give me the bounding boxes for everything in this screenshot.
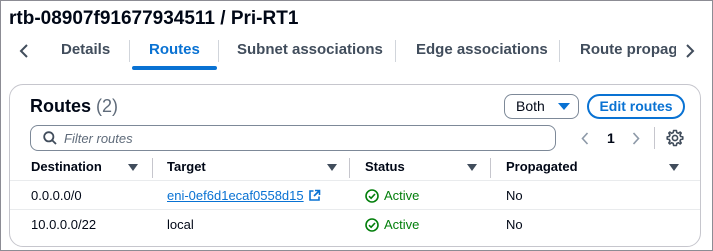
filter-routes-input[interactable] [64, 128, 544, 148]
tab-route-propagation[interactable]: Route propagation [580, 36, 676, 66]
sort-caret-icon[interactable] [669, 164, 679, 171]
header-divider [10, 180, 700, 181]
gear-icon [666, 129, 684, 147]
sort-caret-icon[interactable] [128, 164, 138, 171]
page-number[interactable]: 1 [607, 130, 615, 146]
tab-bar: Details Routes Subnet associations Edge … [0, 36, 711, 70]
external-link-icon[interactable] [308, 189, 321, 202]
route-propagated: No [506, 217, 523, 232]
route-status-label: Active [384, 217, 420, 232]
route-propagated: No [506, 188, 523, 203]
filter-routes-search [30, 125, 556, 151]
route-status: Active [365, 188, 419, 203]
next-page-button[interactable] [629, 130, 643, 146]
edit-routes-button[interactable]: Edit routes [587, 94, 685, 119]
tabs-scroll-left-button[interactable] [11, 36, 37, 66]
chevron-right-icon [686, 44, 695, 58]
preferences-button[interactable] [666, 129, 684, 147]
chevron-right-icon [632, 131, 640, 145]
tab-divider [395, 40, 396, 62]
column-header-destination: Destination [31, 159, 102, 174]
route-status: Active [365, 217, 419, 232]
route-filter-value: Both [516, 98, 545, 114]
column-divider[interactable] [152, 158, 153, 178]
route-destination: 10.0.0.0/22 [31, 217, 97, 232]
tab-divider [559, 40, 560, 62]
sort-caret-icon[interactable] [327, 164, 337, 171]
route-target-cell: eni-0ef6d1ecaf0558d15 [167, 188, 321, 203]
active-tab-indicator [132, 66, 217, 70]
chevron-left-icon [581, 131, 589, 145]
column-header-status: Status [365, 159, 405, 174]
column-divider[interactable] [349, 158, 350, 178]
previous-page-button[interactable] [578, 130, 592, 146]
sort-caret-icon[interactable] [467, 164, 477, 171]
route-target: local [167, 217, 194, 232]
column-header-propagated: Propagated [506, 159, 578, 174]
route-filter-select[interactable]: Both [504, 94, 579, 119]
tab-divider [218, 40, 219, 62]
tabs-scroll-right-button[interactable] [677, 36, 703, 66]
route-target-link[interactable]: eni-0ef6d1ecaf0558d15 [167, 188, 304, 203]
tab-subnet-associations[interactable]: Subnet associations [237, 36, 383, 66]
chevron-left-icon [19, 44, 28, 58]
routes-title: Routes [30, 96, 92, 116]
tab-divider [129, 40, 130, 62]
routes-panel: Routes (2) Both Edit routes 1 Destinatio… [9, 84, 701, 247]
check-circle-icon [365, 189, 379, 203]
column-divider[interactable] [490, 158, 491, 178]
tab-routes[interactable]: Routes [149, 36, 200, 66]
column-header-target: Target [167, 159, 206, 174]
routes-count: (2) [96, 96, 119, 116]
check-circle-icon [365, 218, 379, 232]
pagination-divider [654, 127, 655, 149]
routes-heading: Routes (2) [30, 96, 118, 117]
page-title: rtb-08907f91677934511 / Pri-RT1 [9, 8, 299, 29]
search-icon [43, 131, 57, 145]
route-status-label: Active [384, 188, 420, 203]
caret-down-icon [558, 103, 570, 110]
row-divider [10, 209, 700, 210]
route-destination: 0.0.0.0/0 [31, 188, 82, 203]
tab-details[interactable]: Details [61, 36, 110, 66]
tab-edge-associations[interactable]: Edge associations [416, 36, 548, 66]
